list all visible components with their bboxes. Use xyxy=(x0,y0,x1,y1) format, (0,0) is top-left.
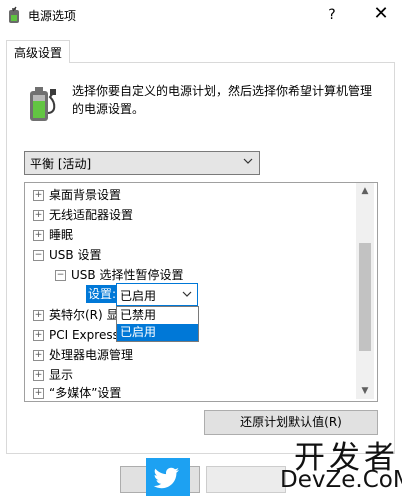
scroll-down-icon[interactable]: ▼ xyxy=(356,383,374,399)
tree-item-label: 睡眠 xyxy=(49,228,74,242)
tree-item-label: 桌面背景设置 xyxy=(49,188,122,202)
expand-icon[interactable]: + xyxy=(33,190,44,201)
scroll-up-icon[interactable]: ▲ xyxy=(356,183,374,199)
option-disabled[interactable]: 已禁用 xyxy=(117,307,198,324)
setting-value-select[interactable]: 已启用 xyxy=(116,283,198,306)
tree-scrollbar[interactable]: ▲ ▼ xyxy=(356,183,374,399)
tree-item-label: PCI Express xyxy=(49,328,119,342)
scroll-thumb[interactable] xyxy=(359,243,371,351)
tab-label: 高级设置 xyxy=(14,46,63,60)
expand-icon[interactable]: + xyxy=(33,230,44,241)
expand-icon[interactable]: + xyxy=(33,210,44,221)
battery-plug-icon xyxy=(30,87,56,121)
expand-icon[interactable]: + xyxy=(33,330,44,341)
expand-icon[interactable]: + xyxy=(33,310,44,321)
chevron-down-icon xyxy=(243,158,253,164)
option-label: 已禁用 xyxy=(120,308,157,322)
option-label: 已启用 xyxy=(120,325,157,339)
expand-icon[interactable]: + xyxy=(33,350,44,361)
app-power-icon xyxy=(9,6,19,23)
tree-item-label: 英特尔(R) 显 xyxy=(49,308,119,322)
option-enabled[interactable]: 已启用 xyxy=(117,324,198,341)
chevron-down-icon xyxy=(182,291,192,297)
collapse-icon[interactable]: − xyxy=(33,250,44,261)
settings-tree[interactable]: + 桌面背景设置 + 无线适配器设置 + 睡眠 − USB 设置 − USB 选… xyxy=(24,182,378,402)
description-text: 选择你要自定义的电源计划，然后选择你希望计算机管理的电源设置。 xyxy=(72,84,373,116)
tree-item-label: USB 设置 xyxy=(49,248,102,262)
tab-advanced-settings[interactable]: 高级设置 xyxy=(6,40,70,63)
help-button[interactable]: ? xyxy=(318,0,346,30)
expand-icon[interactable]: + xyxy=(33,370,44,381)
tree-item-label: “多媒体”设置 xyxy=(49,386,122,400)
cancel-button[interactable] xyxy=(206,466,286,493)
close-button[interactable]: ✕ xyxy=(364,0,398,30)
setting-value: 已启用 xyxy=(120,289,157,303)
tree-item-label: 显示 xyxy=(49,368,74,382)
expand-icon[interactable]: + xyxy=(33,388,44,399)
setting-label: 设置: xyxy=(86,285,119,303)
tree-item-label: 处理器电源管理 xyxy=(49,348,134,362)
tree-item-label: USB 选择性暂停设置 xyxy=(71,268,184,282)
window-title: 电源选项 xyxy=(28,9,77,23)
tree-item-label: 无线适配器设置 xyxy=(49,208,134,222)
power-plan-select[interactable]: 平衡 [活动] xyxy=(24,151,260,175)
title-bar: 电源选项 ? ✕ xyxy=(0,0,402,30)
watermark-url: DevZe.CoM xyxy=(280,467,402,493)
collapse-icon[interactable]: − xyxy=(55,270,66,281)
setting-options-list: 已禁用 已启用 xyxy=(116,306,199,342)
power-plan-value: 平衡 [活动] xyxy=(30,157,92,171)
twitter-bird-icon xyxy=(146,458,190,496)
